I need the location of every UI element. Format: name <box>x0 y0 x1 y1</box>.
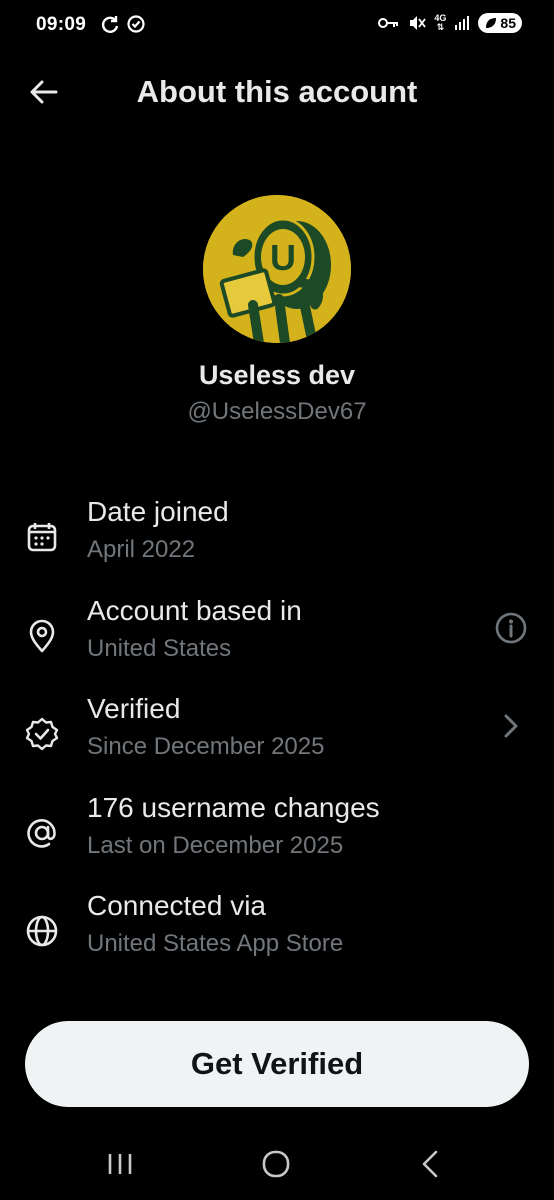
detail-value: April 2022 <box>87 536 196 563</box>
detail-value: United States App Store <box>87 930 344 957</box>
page-title: About this account <box>136 74 418 109</box>
chevron-right-icon[interactable] <box>494 709 528 743</box>
network-type-icon: 4G ⇅ <box>434 13 447 32</box>
at-sign-icon <box>27 819 56 848</box>
display-name: Useless dev <box>198 360 356 390</box>
get-verified-button[interactable]: Get Verified <box>25 1021 529 1107</box>
sync-icon <box>101 16 119 33</box>
home-icon[interactable] <box>256 1148 296 1180</box>
detail-row-username-changes: 176 username changes Last on December 20… <box>0 792 554 884</box>
detail-value: Last on December 2025 <box>87 832 344 859</box>
detail-label: Verified <box>87 693 181 724</box>
detail-row-connected-via: Connected via United States App Store <box>0 890 554 982</box>
detail-label: Account based in <box>87 595 302 626</box>
calendar-icon <box>27 523 57 552</box>
battery-indicator: 85 <box>478 13 522 33</box>
globe-icon <box>26 915 58 947</box>
status-time: 09:09 <box>36 14 87 35</box>
check-circle-icon <box>127 15 145 33</box>
key-icon <box>378 18 399 28</box>
avatar[interactable]: U <box>203 195 351 343</box>
location-pin-icon <box>29 619 55 653</box>
signal-icon <box>455 16 470 30</box>
system-nav-bar <box>0 1140 554 1190</box>
battery-level: 85 <box>500 15 516 31</box>
svg-text:U: U <box>270 237 296 278</box>
detail-label: Date joined <box>87 496 229 527</box>
detail-label: Connected via <box>87 890 267 921</box>
info-icon[interactable] <box>494 611 528 645</box>
avatar-image: U <box>203 195 351 343</box>
detail-row-date-joined: Date joined April 2022 <box>0 496 554 588</box>
recent-apps-icon[interactable] <box>100 1148 140 1180</box>
status-bar: 09:09 4G ⇅ 85 <box>0 0 554 56</box>
header: About this account <box>0 60 554 124</box>
verified-badge-icon <box>25 717 59 751</box>
username-handle: @UselessDev67 <box>187 398 367 425</box>
leaf-icon <box>486 18 497 28</box>
detail-label: 176 username changes <box>87 792 380 823</box>
back-icon[interactable] <box>412 1148 452 1180</box>
detail-value: Since December 2025 <box>87 733 325 760</box>
detail-row-account-based-in: Account based in United States <box>0 595 554 687</box>
mute-icon <box>410 16 427 30</box>
detail-value: United States <box>87 635 232 662</box>
detail-row-verified[interactable]: Verified Since December 2025 <box>0 693 554 785</box>
